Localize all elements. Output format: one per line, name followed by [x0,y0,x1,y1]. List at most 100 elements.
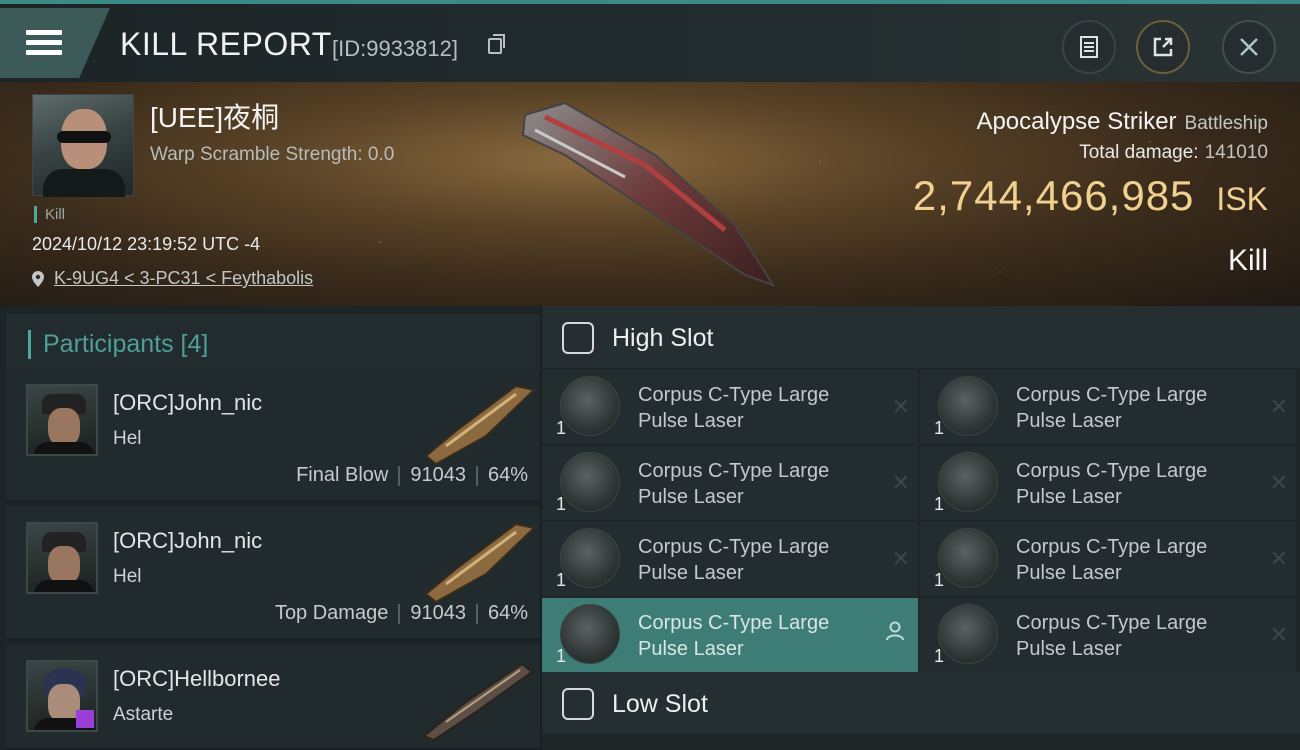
portrait-glasses [57,131,111,143]
participants-header: Participants [4] [6,314,540,372]
header-bar: KILL REPORT [ID:9933812] [0,0,1300,82]
location-text[interactable]: K-9UG4 < 3-PC31 < Feythabolis [54,268,313,289]
low-slot-header: Low Slot [542,672,1300,734]
module-qty: 1 [556,646,567,666]
location-link[interactable]: K-9UG4 < 3-PC31 < Feythabolis [32,268,313,289]
kill-datetime: 2024/10/12 23:19:52 UTC -4 [32,234,261,254]
destroyed-x-icon: ✕ [1269,546,1288,571]
slot-icon [562,322,594,354]
module-qty: 1 [556,418,567,438]
participant-ship-image [422,662,534,742]
module-item[interactable]: 1 Corpus C-Type Large Pulse Laser ✕ [920,370,1296,444]
menu-button[interactable] [0,8,110,78]
total-damage-value: 141010 [1204,142,1268,163]
divider [475,603,478,624]
participant-percent: 64% [487,602,528,624]
clipboard-icon [1080,36,1098,58]
module-icon [938,528,998,588]
participant-name: [ORC]John_nic [113,390,263,415]
share-icon [1153,37,1173,57]
participants-title: Participants [4] [28,330,208,359]
destroyed-x-icon: ✕ [891,546,910,571]
module-name: Corpus C-Type Large Pulse Laser [1016,460,1208,508]
module-qty: 1 [934,570,945,590]
copy-icon[interactable] [488,34,505,54]
module-icon [560,452,620,512]
module-name: Corpus C-Type Large Pulse Laser [1016,612,1208,660]
module-name: Corpus C-Type Large Pulse Laser [1016,536,1208,584]
destroyed-x-icon: ✕ [1269,470,1288,495]
victim-ship-name: Apocalypse Striker Battleship [976,108,1268,136]
participant-ship: Hel [113,428,142,449]
avatar-body [34,580,94,592]
divider [475,465,478,486]
participant-name: [ORC]John_nic [113,528,263,553]
isk-amount: 2,744,466,985 [912,172,1195,219]
ship-class: Battleship [1184,113,1268,134]
module-item[interactable]: 1 Corpus C-Type Large Pulse Laser ✕ [542,370,918,444]
participant-row[interactable]: [ORC]Hellbornee Astarte [6,644,540,750]
location-pin-icon [32,270,44,287]
page-title: KILL REPORT [120,26,332,62]
menu-icon-bar [26,40,62,45]
module-qty: 1 [934,418,945,438]
module-name: Corpus C-Type Large Pulse Laser [638,460,830,508]
module-icon [560,376,620,436]
module-icon [560,604,620,664]
destroyed-x-icon: ✕ [1269,622,1288,647]
module-item[interactable]: 1 Corpus C-Type Large Pulse Laser ✕ [920,446,1296,520]
avatar-body [34,442,94,454]
module-item[interactable]: 1 Corpus C-Type Large Pulse Laser ✕ [920,598,1296,672]
module-item[interactable]: 1 Corpus C-Type Large Pulse Laser ✕ [542,522,918,596]
clipboard-button[interactable] [1062,20,1116,74]
low-slot-title: Low Slot [612,690,708,718]
module-item[interactable]: 1 Corpus C-Type Large Pulse Laser ✕ [920,522,1296,596]
divider [398,603,401,624]
victim-avatar[interactable] [32,94,134,197]
destroyed-x-icon: ✕ [891,470,910,495]
participant-role: Final Blow [296,464,389,486]
avatar-face [48,408,80,446]
result-label: Kill [1227,244,1268,277]
module-name: Corpus C-Type Large Pulse Laser [638,536,830,584]
module-item[interactable]: 1 Corpus C-Type Large Pulse Laser ✕ [542,446,918,520]
faction-badge-icon [76,710,94,728]
victim-ship-image [521,101,776,287]
module-name: Corpus C-Type Large Pulse Laser [638,612,830,660]
participant-ship: Hel [113,566,142,587]
avatar-face [48,546,80,584]
module-qty: 1 [934,494,945,514]
participant-percent: 64% [487,464,528,486]
share-button[interactable] [1136,20,1190,74]
menu-icon [26,30,62,35]
destroyed-x-icon: ✕ [891,394,910,419]
participant-stats: Final Blow 91043 64% [296,464,528,487]
report-id: [ID:9933812] [332,36,458,61]
kill-tag: Kill [34,206,65,223]
module-name: Corpus C-Type Large Pulse Laser [638,384,830,432]
high-slot-header: High Slot [542,306,1300,368]
module-qty: 1 [934,646,945,666]
participants-panel: Participants [4] [ORC]John_nic Hel Final… [0,306,540,750]
participant-avatar [26,384,98,456]
participant-row[interactable]: [ORC]John_nic Hel Top Damage 91043 64% [6,506,540,640]
module-qty: 1 [556,570,567,590]
module-item[interactable]: 1 Corpus C-Type Large Pulse Laser [542,598,918,672]
close-icon [1240,38,1258,56]
warp-scramble-strength: Warp Scramble Strength: 0.0 [150,144,395,165]
destroyed-x-icon: ✕ [1269,394,1288,419]
isk-unit: ISK [1216,181,1268,217]
close-button[interactable] [1222,20,1276,74]
participant-ship-image [424,522,536,604]
victim-name[interactable]: [UEE]夜桐 [150,96,279,136]
participant-name: [ORC]Hellbornee [113,666,281,691]
divider [398,465,401,486]
total-damage: Total damage: 141010 [1079,142,1268,164]
participant-stats: Top Damage 91043 64% [275,602,528,625]
high-slot-title: High Slot [612,324,714,352]
participant-ship: Astarte [113,704,174,725]
fitting-panel: High Slot 1 Corpus C-Type Large Pulse La… [542,306,1300,750]
slot-icon [562,688,594,720]
participant-damage: 91043 [410,464,466,486]
participant-row[interactable]: [ORC]John_nic Hel Final Blow 91043 64% [6,368,540,502]
